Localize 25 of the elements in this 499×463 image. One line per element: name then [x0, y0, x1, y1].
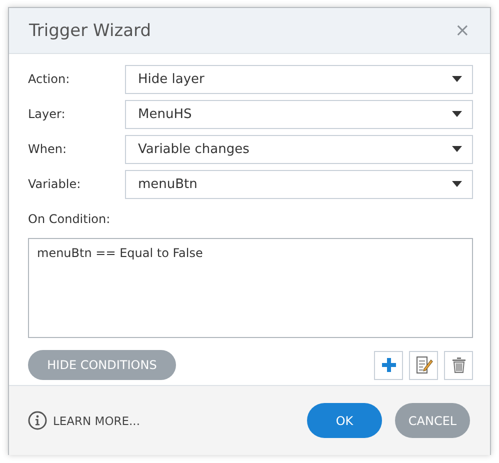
- condition-label: On Condition:: [28, 212, 112, 226]
- field-label: Layer:: [28, 107, 66, 121]
- ok-button[interactable]: OK: [307, 403, 382, 438]
- field-label: Variable:: [28, 177, 82, 191]
- dropdown[interactable]: MenuHS: [125, 100, 473, 128]
- field-label: When:: [28, 142, 68, 156]
- dropdown[interactable]: Variable changes: [125, 134, 473, 164]
- caret-icon: [452, 181, 462, 187]
- trash-icon: [452, 357, 466, 373]
- caret-icon: [452, 146, 462, 152]
- condition-list[interactable]: menuBtn == Equal to False: [28, 238, 473, 338]
- caret-icon: [452, 111, 462, 117]
- condition-item[interactable]: menuBtn == Equal to False: [37, 246, 464, 260]
- edit-button[interactable]: [409, 350, 438, 380]
- field-label: Action:: [28, 72, 71, 86]
- caret-icon: [452, 76, 462, 82]
- window-title: Trigger Wizard: [29, 20, 152, 40]
- add-button[interactable]: [374, 350, 403, 380]
- dropdown[interactable]: Hide layer: [125, 64, 473, 94]
- delete-button[interactable]: [444, 350, 473, 380]
- edit-icon: [414, 356, 432, 374]
- learn-more-link[interactable]: LEARN MORE...: [53, 414, 140, 428]
- dropdown[interactable]: menuBtn: [125, 170, 473, 198]
- plus-icon: [382, 358, 396, 372]
- info-icon: [28, 411, 47, 430]
